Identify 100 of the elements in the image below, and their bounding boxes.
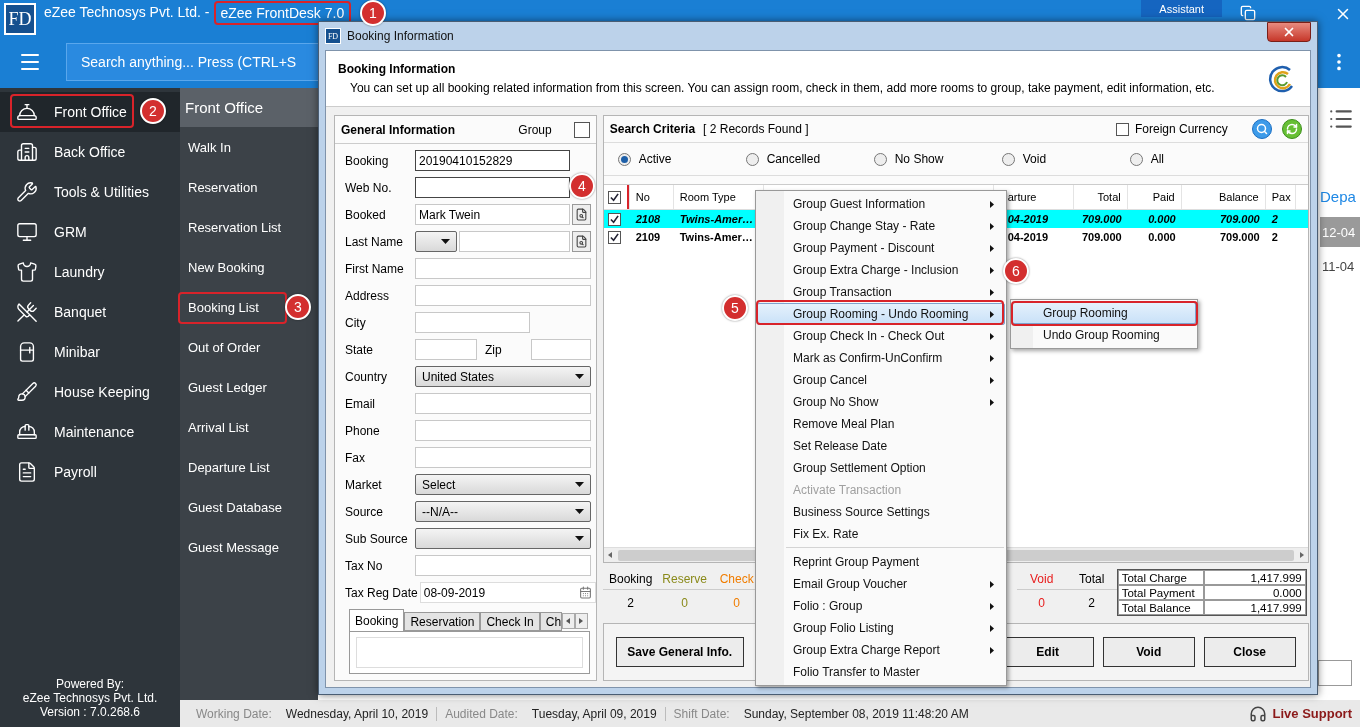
left-arrow-icon[interactable] <box>607 552 612 558</box>
menu-item[interactable]: Arrival List <box>180 411 257 443</box>
table-cell: 2 <box>1271 213 1278 225</box>
live-support-link[interactable]: Live Support <box>1272 706 1352 721</box>
menu-item[interactable]: Reservation List <box>180 211 290 243</box>
action-button[interactable]: Save General Info. <box>615 637 744 667</box>
menu-item[interactable]: Guest Database <box>180 491 290 523</box>
menu-item[interactable]: Group Transaction <box>757 281 1005 303</box>
checkbox[interactable] <box>573 121 590 138</box>
radio-label: Active <box>638 152 672 166</box>
radio-button[interactable] <box>745 152 759 166</box>
refresh-button[interactable] <box>1281 119 1302 139</box>
radio-button[interactable] <box>1129 152 1143 166</box>
menu-item[interactable]: Reprint Group Payment <box>757 551 1005 573</box>
caret-icon <box>575 374 584 379</box>
assistant-button[interactable]: Assistant <box>1141 0 1222 17</box>
menu-item[interactable]: Group Extra Charge - Inclusion <box>757 259 1005 281</box>
sidebar-item[interactable]: Maintenance <box>0 412 180 452</box>
close-button[interactable] <box>1267 22 1311 42</box>
menu-item[interactable]: Walk In <box>180 131 239 163</box>
search-button[interactable] <box>1251 119 1272 139</box>
field-label: Address <box>345 288 391 303</box>
sidebar-item[interactable]: Back Office <box>0 132 180 172</box>
tab[interactable]: Reservation <box>404 612 481 631</box>
checkbox[interactable] <box>607 212 621 226</box>
count-value: 0 <box>658 589 711 615</box>
menu-item[interactable]: Mark as Confirm-UnConfirm <box>757 347 1005 369</box>
menu-item[interactable]: Guest Message <box>180 531 288 563</box>
table-cell: 2108 <box>635 213 661 225</box>
menu-item[interactable]: Remove Meal Plan <box>757 413 1005 435</box>
input-field[interactable]: Mark Twein <box>415 204 570 225</box>
menu-item[interactable]: Group Guest Information <box>757 193 1005 215</box>
menu-item[interactable]: Fix Ex. Rate <box>757 523 1005 545</box>
menu-item[interactable]: Group Folio Listing <box>757 617 1005 639</box>
field-label: City <box>345 315 367 330</box>
radio-button[interactable] <box>873 152 887 166</box>
windows-icon[interactable] <box>1240 5 1256 21</box>
bell-icon <box>16 101 38 123</box>
tab[interactable]: Check In <box>480 612 540 631</box>
menu-item[interactable]: Departure List <box>180 451 278 483</box>
menu-item[interactable]: Group Cancel <box>757 369 1005 391</box>
table-cell: 0.000 <box>1148 213 1176 225</box>
table-cell: Total Payment <box>1117 585 1204 600</box>
sidebar-item[interactable]: Banquet <box>0 292 180 332</box>
table-row[interactable]: 11-04 <box>1320 251 1360 281</box>
shirt-icon <box>16 261 38 283</box>
menu-item[interactable]: Reservation <box>180 171 266 203</box>
menu-item[interactable]: New Booking <box>180 251 273 283</box>
menu-item[interactable]: Group Payment - Discount <box>757 237 1005 259</box>
lookup-button[interactable] <box>572 204 591 225</box>
input-field[interactable] <box>415 177 570 198</box>
checkbox-label: Foreign Currency <box>1135 122 1228 136</box>
menu-item[interactable]: Group Rooming <box>1012 302 1196 324</box>
menu-item[interactable]: Group Settlement Option <box>757 457 1005 479</box>
radio-button[interactable] <box>1001 152 1015 166</box>
radio-button[interactable] <box>617 152 631 166</box>
menu-item[interactable]: Group Change Stay - Rate <box>757 215 1005 237</box>
caret-icon <box>575 536 584 541</box>
input-field[interactable]: 20190410152829 <box>415 150 570 171</box>
sidebar-item[interactable]: Laundry <box>0 252 180 292</box>
menu-item[interactable]: Out of Order <box>180 331 269 363</box>
menu-item[interactable]: Guest Ledger <box>180 371 275 403</box>
search-icon <box>1255 123 1268 135</box>
sidebar-item[interactable]: Minibar <box>0 332 180 372</box>
tab[interactable]: Ch <box>539 612 562 631</box>
menu-item[interactable]: Group Check In - Check Out <box>757 325 1005 347</box>
dropdown[interactable]: United States <box>415 366 591 387</box>
checkbox[interactable] <box>607 230 621 244</box>
submenu-arrow-icon <box>990 332 994 340</box>
action-button[interactable]: Void <box>1102 637 1195 667</box>
sidebar-item[interactable]: Payroll <box>0 452 180 492</box>
submenu-arrow-icon <box>990 244 994 252</box>
dropdown[interactable] <box>415 528 591 549</box>
right-arrow-icon[interactable] <box>1299 552 1304 558</box>
menu-item[interactable]: Undo Group Rooming <box>1012 324 1196 346</box>
checkbox[interactable] <box>1116 122 1129 136</box>
sidebar-item[interactable]: Tools & Utilities <box>0 172 180 212</box>
table-cell: Total Charge <box>1117 570 1204 585</box>
date-field[interactable]: 08-09-2019 <box>419 582 596 603</box>
dropdown[interactable]: Select <box>415 474 591 495</box>
table-cell: 1,417.999 <box>1203 600 1306 615</box>
count-label: Void <box>1030 571 1054 588</box>
sidebar-item[interactable]: House Keeping <box>0 372 180 412</box>
action-button[interactable]: Close <box>1203 637 1296 667</box>
input-field[interactable] <box>1318 660 1352 686</box>
menu-item[interactable]: Booking List <box>180 291 267 323</box>
menu-item[interactable]: Business Source Settings <box>757 501 1005 523</box>
field-label: Last Name <box>345 234 405 249</box>
menu-item[interactable]: Group No Show <box>757 391 1005 413</box>
lookup-button[interactable] <box>572 231 591 252</box>
records-count: [ 2 Records Found ] <box>703 122 809 136</box>
menu-item[interactable]: Group Rooming - Undo Rooming <box>757 303 1005 325</box>
sidebar-item[interactable]: GRM <box>0 212 180 252</box>
dropdown[interactable]: --N/A-- <box>415 501 591 522</box>
tab[interactable]: Booking <box>349 609 405 631</box>
dropdown[interactable] <box>415 231 457 252</box>
menu-item[interactable]: Set Release Date <box>757 435 1005 457</box>
table-cell: 0.000 <box>1203 585 1306 600</box>
field-label: Group <box>518 122 552 137</box>
field-label: Sub Source <box>345 531 409 546</box>
